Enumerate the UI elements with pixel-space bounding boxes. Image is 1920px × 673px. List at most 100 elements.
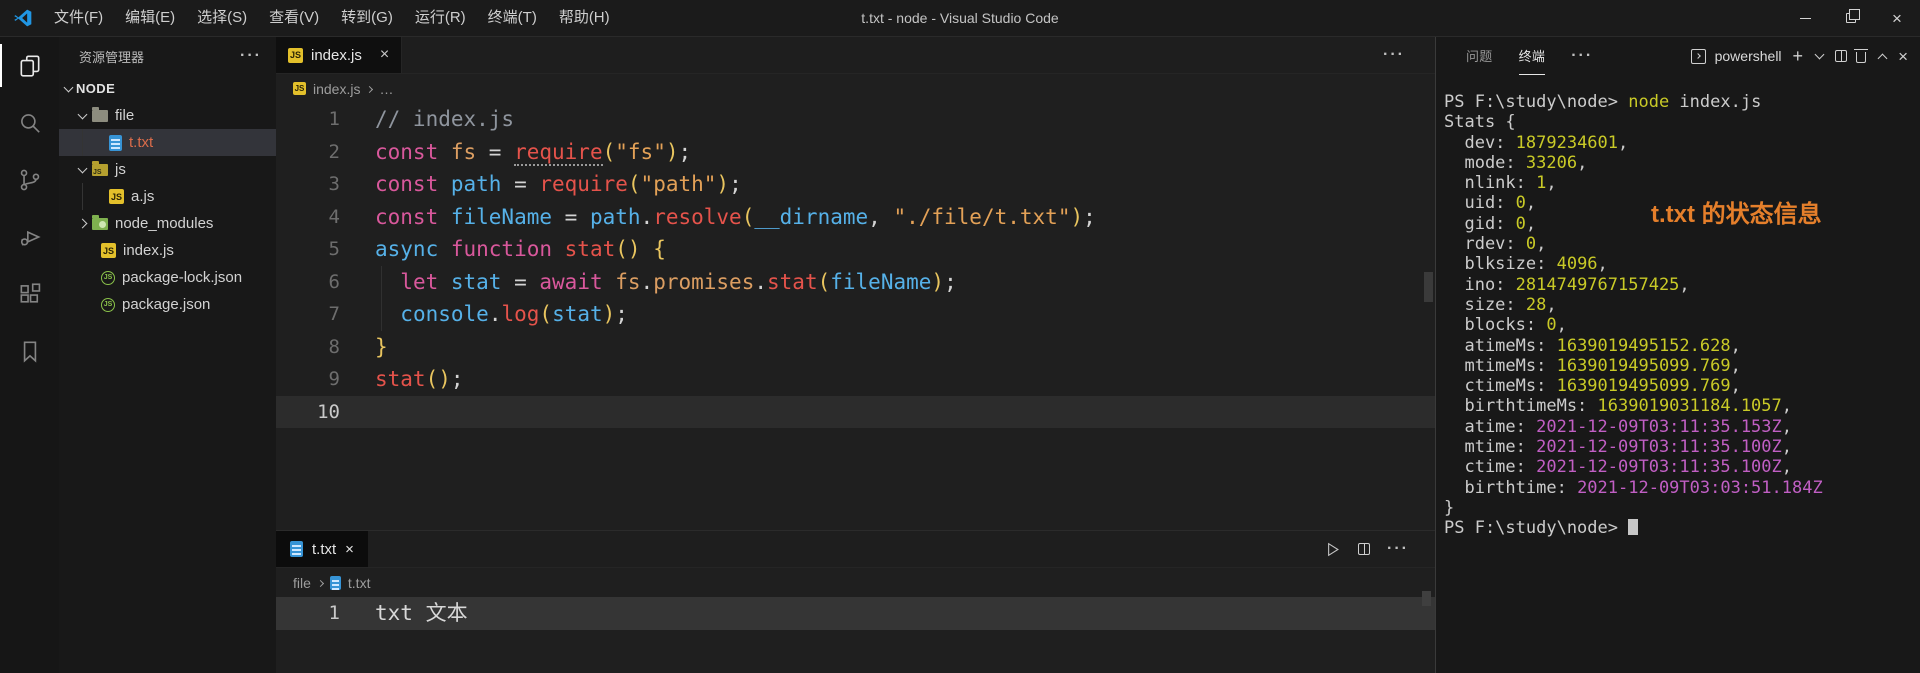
terminal-line-0: PS F:\study\node> node index.js [1444, 92, 1762, 112]
chevron-down-icon [63, 82, 74, 92]
terminal-output[interactable]: PS F:\study\node> node index.js Stats { d… [1436, 75, 1920, 539]
bottom-editor-group: t.txt × ··· file t.txt 1 txt 文本 [276, 530, 1435, 673]
tab-close-icon[interactable]: × [345, 541, 354, 558]
tree-item-package-json[interactable]: JS package.json [59, 291, 276, 318]
code-line-7: 7 console.log(stat); [276, 298, 1435, 331]
editor-scrollbar[interactable] [1424, 272, 1433, 302]
tree-item-label: package-lock.json [122, 269, 243, 286]
menu-item-3[interactable]: 查看(V) [258, 0, 330, 36]
line-number: 10 [317, 400, 340, 423]
indent-guide [82, 183, 83, 210]
bottom-scrollbar[interactable] [1422, 591, 1431, 606]
chevron-right-icon [77, 218, 88, 229]
tree-item-label: t.txt [129, 134, 154, 151]
code-line-1: 1 // index.js [276, 103, 1435, 136]
terminal-line-16: atime: 2021-12-09T03:11:35.153Z, [1444, 416, 1793, 437]
terminal-panel: 问题 终端 ··· powershell + × PS F:\study\nod… [1435, 37, 1920, 673]
folder-icon [92, 214, 108, 230]
line-content: console.log(stat); [400, 302, 628, 326]
line-content: const path = require("path"); [375, 172, 742, 196]
line-content: // index.js [375, 107, 515, 131]
breadcrumb-file[interactable]: index.js [313, 81, 360, 97]
tree-item-label: file [115, 107, 135, 124]
line-number: 8 [328, 335, 340, 358]
split-editor-icon[interactable] [1358, 543, 1371, 555]
menu-item-1[interactable]: 编辑(E) [114, 0, 186, 36]
menubar: 文件(F) 编辑(E) 选择(S) 查看(V) 转到(G) 运行(R) 终端(T) 帮助(H) [43, 0, 621, 36]
restore-button[interactable] [1828, 0, 1874, 36]
terminal-line-14: ctimeMs: 1639019495099.769, [1444, 376, 1741, 397]
breadcrumb-file[interactable]: t.txt [348, 575, 371, 591]
bottom-breadcrumb: file t.txt [276, 568, 1435, 597]
tab-index-js[interactable]: JS index.js × [276, 37, 403, 73]
tree-item-label: a.js [131, 188, 155, 205]
tab-close-icon[interactable]: × [380, 46, 389, 64]
activity-extensions-button[interactable] [0, 265, 59, 322]
terminal-line-21: PS F:\study\node> [1444, 518, 1920, 538]
tab-problems[interactable]: 问题 [1466, 37, 1493, 75]
new-terminal-icon[interactable]: + [1793, 47, 1804, 65]
bottom-more-icon[interactable]: ··· [1387, 541, 1409, 557]
terminal-line-3: mode: 33206, [1444, 152, 1588, 173]
files-icon [20, 54, 39, 77]
source-control-icon [20, 169, 39, 190]
tree-item-a-js[interactable]: JS a.js [59, 183, 276, 210]
menu-item-6[interactable]: 终端(T) [477, 0, 548, 36]
terminal-line-15: birthtimeMs: 1639019031184.1057, [1444, 396, 1793, 417]
code-line-3: 3 const path = require("path"); [276, 168, 1435, 201]
js-file-icon: JS [109, 189, 124, 204]
panel-more-icon[interactable]: ··· [1571, 48, 1593, 64]
activity-bar [0, 37, 59, 673]
line-number: 6 [328, 270, 340, 293]
shell-selector[interactable]: powershell [1715, 48, 1782, 64]
editor-more-icon[interactable]: ··· [1383, 47, 1405, 63]
tree-item-t-txt[interactable]: t.txt [59, 129, 276, 156]
terminal-line-17: mtime: 2021-12-09T03:11:35.100Z, [1444, 437, 1793, 458]
maximize-panel-icon[interactable] [1875, 49, 1889, 63]
window-controls: × [1782, 0, 1920, 36]
sidebar-more-icon[interactable]: ··· [240, 48, 262, 64]
menu-item-4[interactable]: 转到(G) [330, 0, 404, 36]
chevron-right-icon [366, 85, 374, 93]
activity-bookmarks-button[interactable] [0, 322, 59, 379]
breadcrumb-folder[interactable]: file [293, 575, 311, 591]
tree-item-package-lock-json[interactable]: JS package-lock.json [59, 264, 276, 291]
tab-terminal[interactable]: 终端 [1518, 37, 1546, 75]
code-line-9: 9 stat(); [276, 363, 1435, 396]
tree-item-node-modules[interactable]: node_modules [59, 210, 276, 237]
terminal-line-7: rdev: 0, [1444, 234, 1547, 255]
activity-search-button[interactable] [0, 94, 59, 151]
terminal-line-13: mtimeMs: 1639019495099.769, [1444, 355, 1741, 376]
tree-item-node[interactable]: NODE [59, 75, 276, 102]
terminal-actions: powershell + × [1690, 47, 1908, 65]
run-icon[interactable] [1324, 541, 1341, 558]
activity-source-control-button[interactable] [0, 151, 59, 208]
activity-explorer-button[interactable] [0, 37, 59, 94]
menu-item-2[interactable]: 选择(S) [186, 0, 258, 36]
terminal-dropdown-icon[interactable] [1812, 49, 1826, 63]
minimize-icon [1799, 17, 1811, 19]
txt-editor[interactable]: 1 txt 文本 [276, 597, 1435, 630]
minimize-button[interactable] [1782, 0, 1828, 36]
split-terminal-icon[interactable] [1835, 50, 1848, 62]
breadcrumb-symbol[interactable]: … [379, 81, 393, 97]
close-button[interactable]: × [1874, 0, 1920, 36]
activity-run-debug-button[interactable] [0, 208, 59, 265]
terminal-line-11: blocks: 0, [1444, 315, 1567, 336]
tab-t-txt[interactable]: t.txt × [276, 531, 368, 567]
terminal-line-9: ino: 2814749767157425, [1444, 274, 1690, 295]
menu-item-0[interactable]: 文件(F) [43, 0, 114, 36]
kill-terminal-icon[interactable] [1854, 49, 1869, 63]
sidebar-header: 资源管理器 ··· [59, 37, 276, 75]
txt-file-icon [109, 134, 122, 151]
tree-item-js[interactable]: js [59, 156, 276, 183]
bookmark-icon [23, 341, 36, 363]
code-editor[interactable]: 1 // index.js 2 const fs = require("fs"); 3 c… [276, 103, 1435, 428]
menu-item-5[interactable]: 运行(R) [404, 0, 477, 36]
menu-item-7[interactable]: 帮助(H) [548, 0, 621, 36]
close-panel-icon[interactable]: × [1898, 48, 1908, 65]
tree-item-index-js[interactable]: JS index.js [59, 237, 276, 264]
line-number: 5 [328, 238, 340, 260]
tree-item-file[interactable]: file [59, 102, 276, 129]
tab-label: index.js [311, 46, 362, 64]
